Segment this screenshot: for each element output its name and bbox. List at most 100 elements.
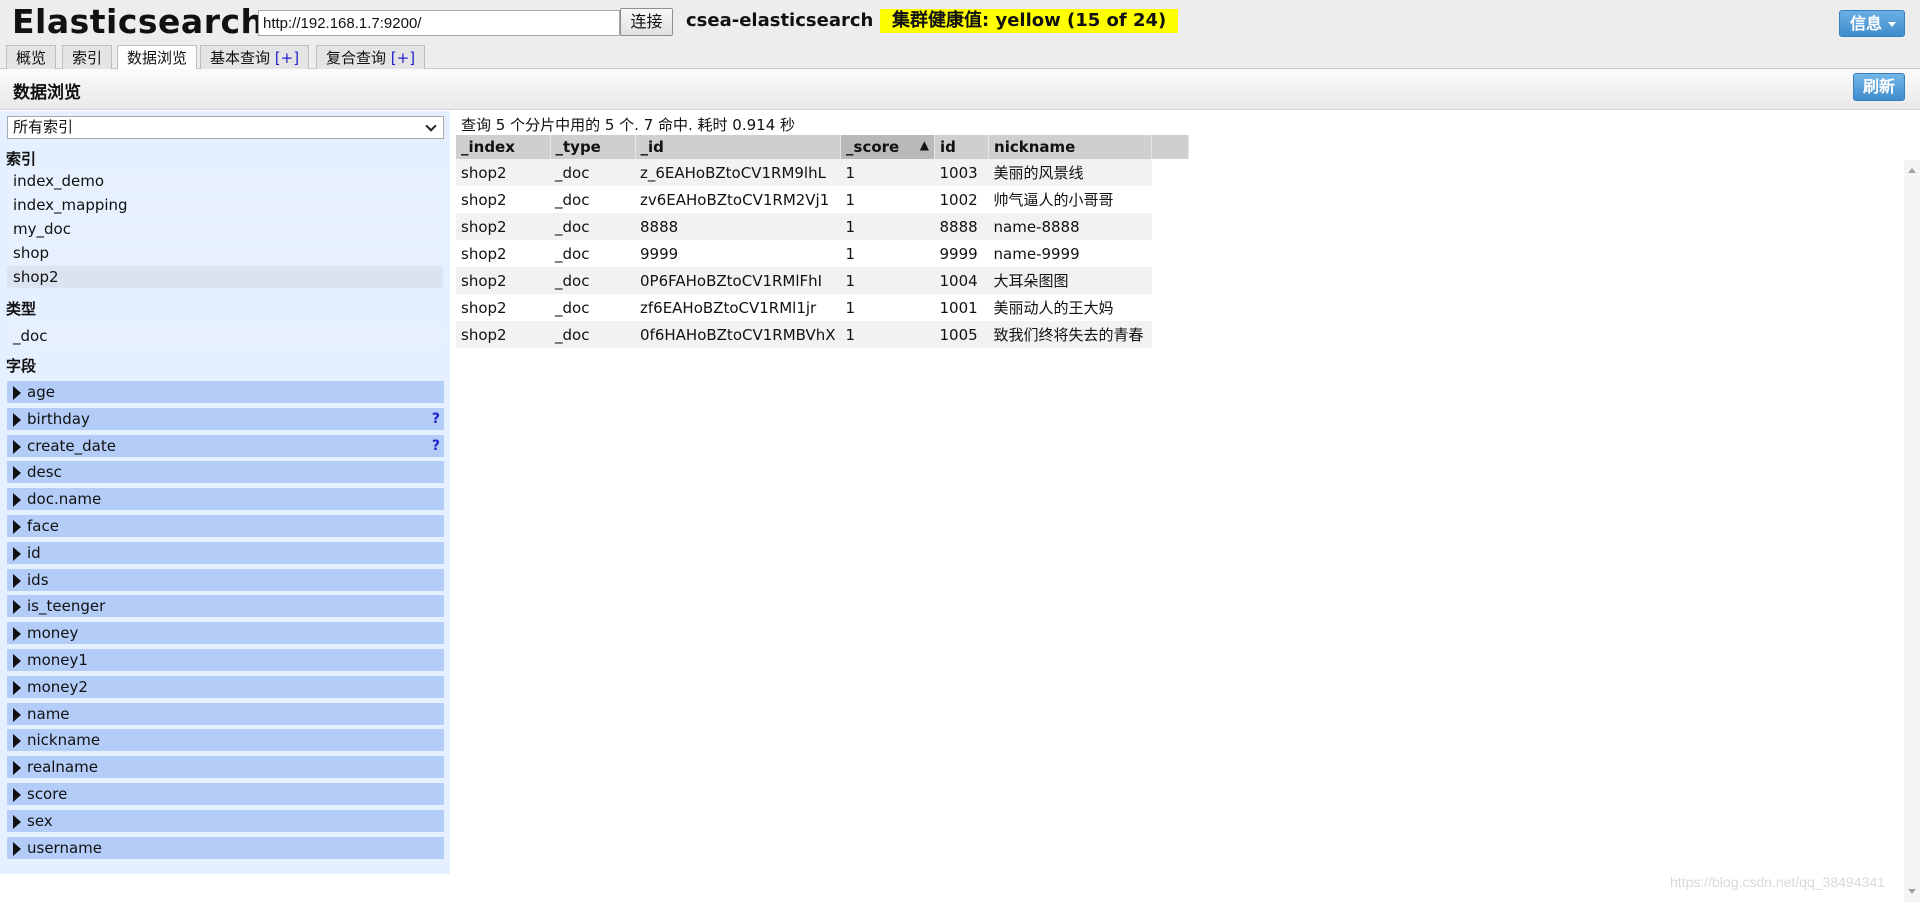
expand-triangle-icon <box>13 439 21 454</box>
field-item[interactable]: doc.name <box>7 488 444 513</box>
field-item[interactable]: score <box>7 783 444 807</box>
column-header-doc-id[interactable]: id <box>934 135 990 159</box>
scroll-down-icon[interactable] <box>1908 889 1916 894</box>
field-item[interactable]: money1 <box>7 649 444 673</box>
table-row[interactable]: shop2 _doc 0f6HAHoBZtoCV1RMBVhX 1 1005 致我们终将失… <box>456 321 1189 348</box>
field-item[interactable]: create_date? <box>7 434 444 459</box>
expand-triangle-icon <box>13 814 21 829</box>
field-item[interactable]: ids <box>7 568 444 593</box>
table-cell: zf6EAHoBZtoCV1RMl1jr <box>635 294 841 321</box>
field-item[interactable]: username <box>7 836 444 861</box>
table-cell: _doc <box>550 159 635 186</box>
indices-section-label: 索引 <box>6 150 37 168</box>
table-cell: _doc <box>550 321 635 348</box>
column-header-id[interactable]: _id <box>635 135 842 159</box>
table-cell: 8888 <box>635 213 841 240</box>
table-cell: 帅气逼人的小哥哥 <box>988 186 1152 213</box>
index-select[interactable]: 所有索引 <box>7 116 444 139</box>
column-header-score[interactable]: _score ▲ <box>840 135 936 159</box>
expand-triangle-icon <box>13 788 21 802</box>
table-cell: _doc <box>550 294 635 321</box>
expand-triangle-icon <box>13 707 21 722</box>
field-name: id <box>27 543 41 562</box>
vertical-scrollbar[interactable] <box>1904 160 1920 902</box>
connect-button[interactable]: 连接 <box>620 8 673 36</box>
field-name: is_teenger <box>27 597 106 616</box>
field-item[interactable]: nickname <box>7 729 444 754</box>
help-icon[interactable]: ? <box>432 408 440 431</box>
field-item[interactable]: realname <box>7 756 444 781</box>
table-cell: 1001 <box>934 294 989 321</box>
column-header-index[interactable]: _index <box>456 135 551 159</box>
field-item[interactable]: face <box>7 515 444 539</box>
help-icon[interactable]: ? <box>432 435 440 458</box>
field-item[interactable]: name <box>7 702 444 727</box>
table-cell: _doc <box>550 240 635 267</box>
table-cell: 0f6HAHoBZtoCV1RMBVhX <box>635 321 841 348</box>
column-header-type[interactable]: _type <box>550 135 636 159</box>
table-row[interactable]: shop2 _doc 8888 1 8888 name-8888 <box>456 213 1189 240</box>
table-cell: 大耳朵图图 <box>988 267 1152 294</box>
index-item[interactable]: index_mapping <box>7 194 443 216</box>
table-row[interactable]: shop2 _doc zv6EAHoBZtoCV1RM2Vj1 1 1002 帅气逼人的小… <box>456 186 1189 213</box>
results-body: shop2 _doc z_6EAHoBZtoCV1RM9lhL 1 1003 美丽的风景线… <box>456 159 1189 348</box>
table-cell: 致我们终将失去的青春 <box>988 321 1152 348</box>
table-cell: 9999 <box>635 240 841 267</box>
table-cell: 1 <box>840 186 935 213</box>
field-item[interactable]: is_teenger <box>7 595 444 620</box>
type-item[interactable]: _doc <box>7 325 443 347</box>
info-dropdown-button[interactable]: 信息 <box>1839 10 1905 37</box>
table-row[interactable]: shop2 _doc zf6EAHoBZtoCV1RMl1jr 1 1001 美丽动人的王… <box>456 294 1189 321</box>
field-name: name <box>27 704 70 723</box>
field-item[interactable]: age <box>7 381 444 405</box>
table-cell: shop2 <box>456 267 550 294</box>
expand-triangle-icon <box>13 412 21 427</box>
add-compound-query-icon[interactable]: [+] <box>391 49 415 67</box>
table-cell: 1 <box>840 267 935 294</box>
table-cell: shop2 <box>456 321 550 348</box>
table-row[interactable]: shop2 _doc 0P6FAHoBZtoCV1RMlFhI 1 1004 大耳朵图图 <box>456 267 1189 294</box>
field-name: face <box>27 517 59 535</box>
scroll-up-icon[interactable] <box>1908 168 1916 173</box>
app-logo: Elasticsearch <box>12 2 265 41</box>
filter-sidebar: 所有索引 索引 index_demo index_mapping my_doc … <box>0 111 450 874</box>
table-cell: 美丽动人的王大妈 <box>988 294 1152 321</box>
column-header-nickname[interactable]: nickname <box>988 135 1153 159</box>
field-item[interactable]: id <box>7 541 444 566</box>
field-name: money1 <box>27 651 88 669</box>
field-item[interactable]: sex <box>7 809 444 834</box>
table-row[interactable]: shop2 _doc 9999 1 9999 name-9999 <box>456 240 1189 267</box>
add-basic-query-icon[interactable]: [+] <box>275 49 299 67</box>
table-cell: shop2 <box>456 159 550 186</box>
table-cell: 9999 <box>934 240 989 267</box>
chevron-down-icon <box>425 120 437 132</box>
server-url-input[interactable] <box>258 10 620 36</box>
table-cell: 美丽的风景线 <box>988 159 1152 186</box>
tab-overview[interactable]: 概览 <box>6 45 57 70</box>
field-name: age <box>27 383 55 401</box>
expand-triangle-icon <box>13 680 21 695</box>
column-header-spacer <box>1151 135 1190 159</box>
field-name: ids <box>27 570 49 589</box>
field-name: username <box>27 838 102 857</box>
table-cell: 1 <box>840 159 935 186</box>
tab-compound-query[interactable]: 复合查询 [+] <box>316 45 426 70</box>
index-item-selected[interactable]: shop2 <box>7 266 443 288</box>
table-row[interactable]: shop2 _doc z_6EAHoBZtoCV1RM9lhL 1 1003 美丽的风景线 <box>456 159 1189 186</box>
field-item[interactable]: birthday? <box>7 407 444 432</box>
index-item[interactable]: shop <box>7 242 443 264</box>
field-item[interactable]: desc <box>7 461 444 486</box>
index-item[interactable]: my_doc <box>7 218 443 240</box>
table-cell: name-8888 <box>988 213 1152 240</box>
field-item[interactable]: money <box>7 622 444 647</box>
refresh-button[interactable]: 刷新 <box>1853 73 1905 101</box>
tab-data-browser[interactable]: 数据浏览 <box>117 45 198 71</box>
index-item[interactable]: index_demo <box>7 170 443 192</box>
table-cell: 1 <box>840 321 935 348</box>
cluster-name: csea-elasticsearch <box>686 10 874 31</box>
expand-triangle-icon <box>13 546 21 561</box>
tab-basic-query[interactable]: 基本查询 [+] <box>200 45 310 70</box>
table-cell: shop2 <box>456 294 550 321</box>
tab-indices[interactable]: 索引 <box>62 45 113 70</box>
field-item[interactable]: money2 <box>7 675 444 700</box>
